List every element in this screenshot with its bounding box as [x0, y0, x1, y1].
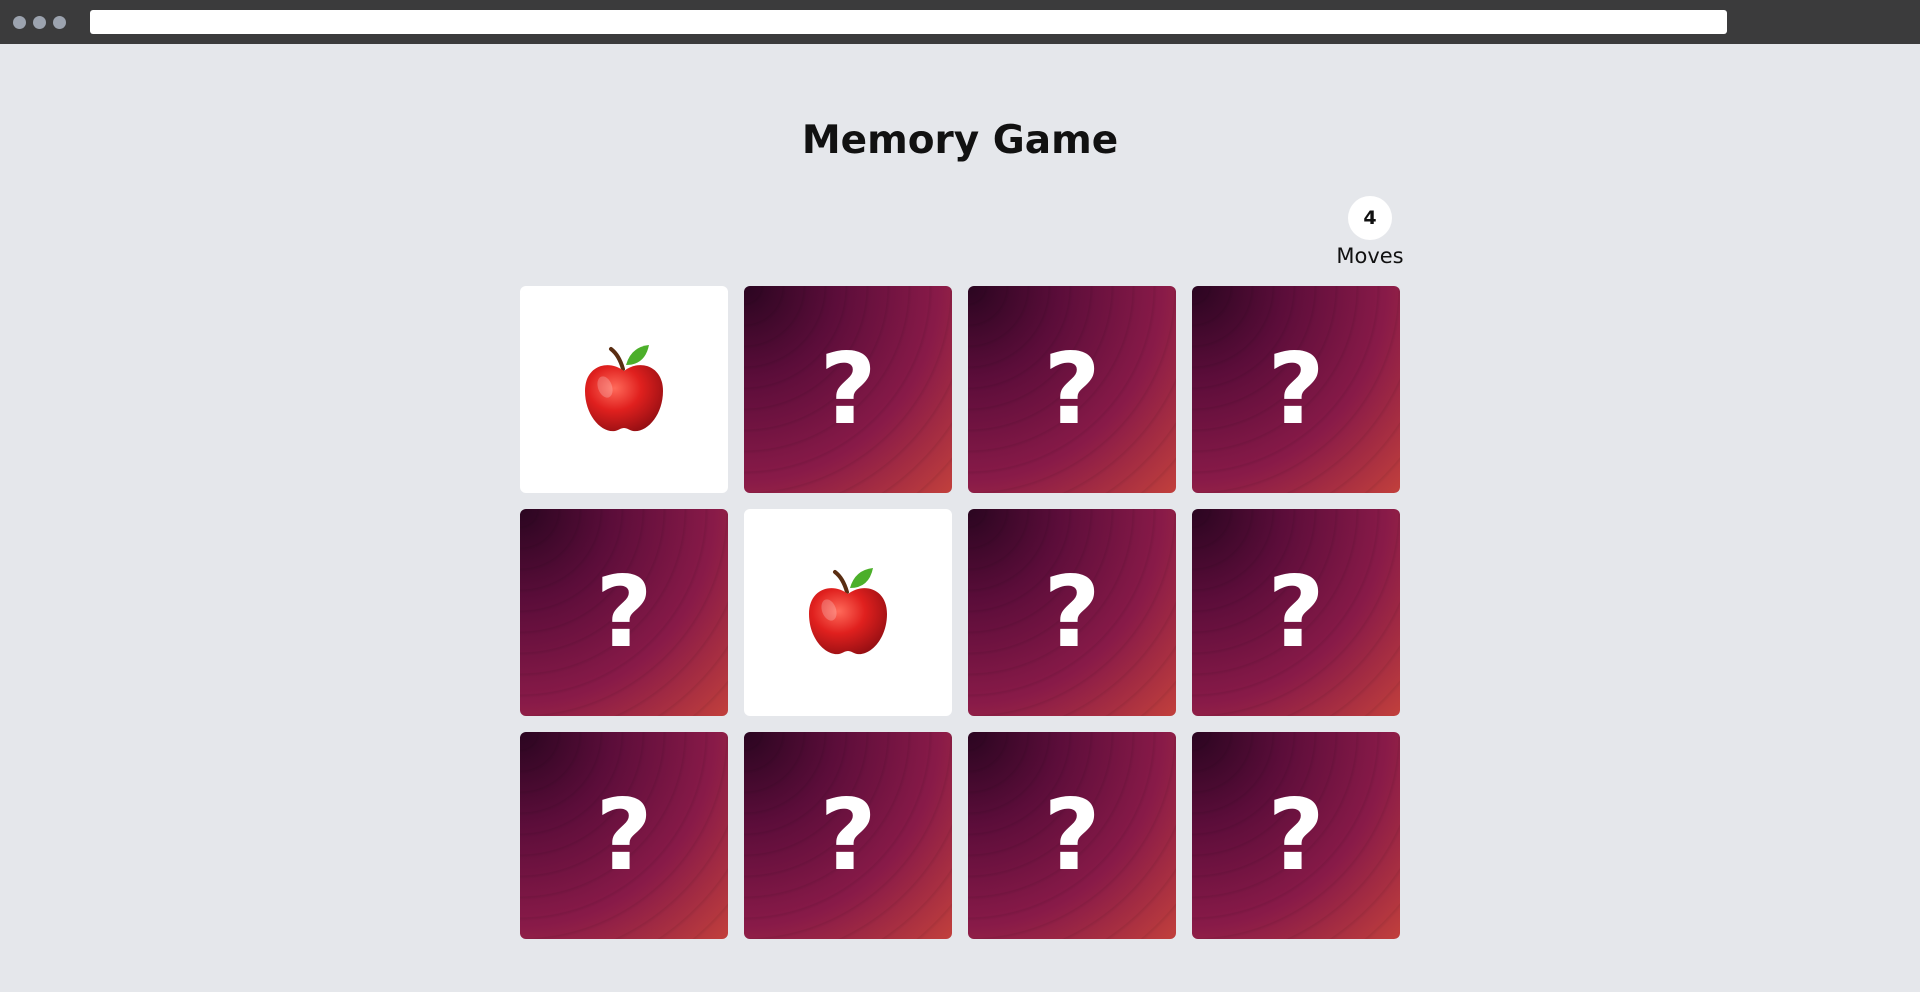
window-dot-icon[interactable] [33, 16, 46, 29]
question-mark-icon: ? [1043, 555, 1101, 670]
card-hidden[interactable]: ? [968, 286, 1176, 493]
card-hidden[interactable]: ? [520, 509, 728, 716]
card-hidden[interactable]: ? [1192, 286, 1400, 493]
address-bar[interactable] [90, 10, 1727, 34]
apple-icon [579, 341, 669, 439]
moves-counter: 4 Moves [1320, 196, 1420, 268]
browser-toolbar [0, 0, 1920, 44]
card-hidden[interactable]: ? [1192, 732, 1400, 939]
question-mark-icon: ? [595, 778, 653, 893]
page-title: Memory Game [801, 118, 1119, 163]
moves-label: Moves [1336, 244, 1404, 268]
window-dot-icon[interactable] [53, 16, 66, 29]
moves-count-badge: 4 [1348, 196, 1392, 240]
card-hidden[interactable]: ? [968, 509, 1176, 716]
question-mark-icon: ? [1267, 555, 1325, 670]
question-mark-icon: ? [1043, 778, 1101, 893]
card-hidden[interactable]: ? [1192, 509, 1400, 716]
card-hidden[interactable]: ? [744, 732, 952, 939]
game-board: ? ? ? ? ? ? ? ? ? ? [520, 286, 1400, 939]
card-hidden[interactable]: ? [520, 732, 728, 939]
card-revealed[interactable] [744, 509, 952, 716]
window-controls [13, 16, 66, 29]
question-mark-icon: ? [1043, 332, 1101, 447]
window-dot-icon[interactable] [13, 16, 26, 29]
question-mark-icon: ? [1267, 778, 1325, 893]
question-mark-icon: ? [819, 778, 877, 893]
card-revealed[interactable] [520, 286, 728, 493]
question-mark-icon: ? [819, 332, 877, 447]
card-hidden[interactable]: ? [744, 286, 952, 493]
apple-icon [803, 564, 893, 662]
question-mark-icon: ? [595, 555, 653, 670]
question-mark-icon: ? [1267, 332, 1325, 447]
card-hidden[interactable]: ? [968, 732, 1176, 939]
